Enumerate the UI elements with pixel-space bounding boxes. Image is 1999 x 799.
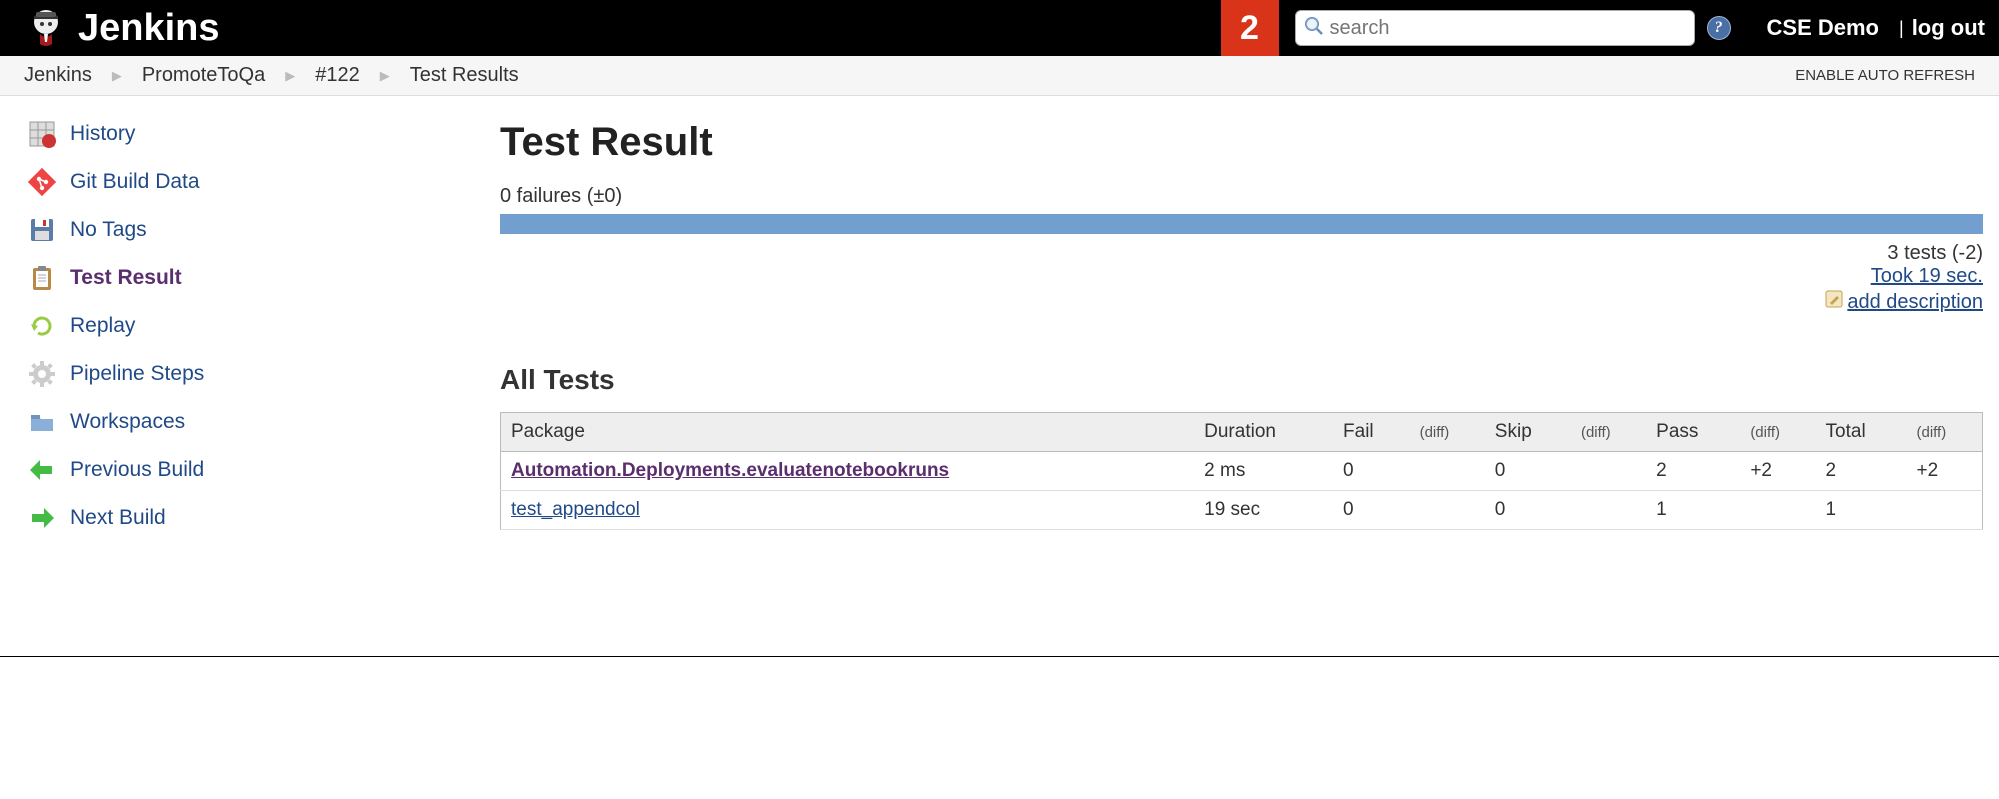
replay-icon (28, 312, 56, 340)
table-row: test_appendcol19 sec0011 (501, 491, 1983, 530)
cell-pass-diff: +2 (1740, 452, 1815, 491)
page-title: Test Result (500, 120, 1983, 165)
sidebar-item-pipeline-steps[interactable]: Pipeline Steps (20, 350, 500, 398)
chevron-right-icon: ▶ (112, 68, 122, 84)
breadcrumb-item[interactable]: PromoteToQa (142, 64, 265, 87)
save-icon (28, 216, 56, 244)
package-link[interactable]: Automation.Deployments.evaluatenotebookr… (511, 460, 949, 481)
chevron-right-icon: ▶ (285, 68, 295, 84)
sidebar-item-label: Pipeline Steps (70, 362, 204, 386)
main-content: Test Result 0 failures (±0) 3 tests (-2)… (500, 96, 1999, 656)
cell-fail: 0 (1333, 491, 1410, 530)
sidebar-item-label: History (70, 122, 135, 146)
chevron-right-icon: ▶ (380, 68, 390, 84)
arrow-left-icon (28, 456, 56, 484)
tests-count: 3 tests (-2) (500, 242, 1983, 265)
arrow-right-icon (28, 504, 56, 532)
add-description-link[interactable]: add description (1847, 291, 1983, 314)
logout-link[interactable]: log out (1912, 15, 1985, 41)
sidebar-item-git-build-data[interactable]: Git Build Data (20, 158, 500, 206)
cell-fail-diff (1410, 452, 1485, 491)
sidebar-item-label: No Tags (70, 218, 147, 242)
breadcrumb-item[interactable]: #122 (315, 64, 360, 87)
logo[interactable]: Jenkins (24, 4, 220, 53)
help-icon[interactable]: ? (1707, 16, 1731, 40)
sidebar-item-label: Workspaces (70, 410, 185, 434)
sidebar-item-label: Next Build (70, 506, 166, 530)
search-input[interactable] (1330, 17, 1686, 40)
col-total-diff[interactable]: (diff) (1906, 413, 1982, 452)
cell-skip: 0 (1485, 452, 1571, 491)
col-skip-diff[interactable]: (diff) (1571, 413, 1646, 452)
header: Jenkins 2 ? CSE Demo | log out (0, 0, 1999, 56)
gear-icon (28, 360, 56, 388)
cell-skip-diff (1571, 452, 1646, 491)
col-duration[interactable]: Duration (1194, 413, 1333, 452)
sidebar-item-label: Replay (70, 314, 135, 338)
col-pass[interactable]: Pass (1646, 413, 1740, 452)
cell-pass: 1 (1646, 491, 1740, 530)
table-header-row: Package Duration Fail (diff) Skip (diff)… (501, 413, 1983, 452)
cell-skip-diff (1571, 491, 1646, 530)
col-pass-diff[interactable]: (diff) (1740, 413, 1815, 452)
sidebar-item-replay[interactable]: Replay (20, 302, 500, 350)
sidebar-item-label: Git Build Data (70, 170, 200, 194)
cell-total: 1 (1816, 491, 1907, 530)
col-fail[interactable]: Fail (1333, 413, 1410, 452)
col-skip[interactable]: Skip (1485, 413, 1571, 452)
git-icon (28, 168, 56, 196)
cell-pass-diff (1740, 491, 1815, 530)
sidebar-item-test-result[interactable]: Test Result (20, 254, 500, 302)
section-title: All Tests (500, 364, 1983, 396)
cell-fail-diff (1410, 491, 1485, 530)
duration-link[interactable]: Took 19 sec. (1871, 265, 1983, 287)
edit-icon (1825, 290, 1843, 314)
breadcrumb-item[interactable]: Test Results (410, 64, 519, 87)
breadcrumb: Jenkins ▶ PromoteToQa ▶ #122 ▶ Test Resu… (0, 56, 1999, 96)
col-package[interactable]: Package (501, 413, 1195, 452)
package-link[interactable]: test_appendcol (511, 499, 640, 520)
app-name: Jenkins (78, 7, 220, 50)
search-icon (1304, 16, 1330, 41)
enable-auto-refresh-link[interactable]: ENABLE AUTO REFRESH (1795, 67, 1975, 84)
clipboard-icon (28, 264, 56, 292)
sidebar-item-label: Test Result (70, 266, 182, 290)
failures-count: 0 failures (±0) (500, 185, 1983, 208)
cell-total: 2 (1816, 452, 1907, 491)
sidebar-item-history[interactable]: History (20, 110, 500, 158)
sidebar-item-previous-build[interactable]: Previous Build (20, 446, 500, 494)
header-divider: | (1899, 18, 1912, 39)
result-bar (500, 214, 1983, 234)
jenkins-icon (24, 4, 68, 53)
cell-total-diff: +2 (1906, 452, 1982, 491)
cell-total-diff (1906, 491, 1982, 530)
sidebar-item-next-build[interactable]: Next Build (20, 494, 500, 542)
sidebar-item-workspaces[interactable]: Workspaces (20, 398, 500, 446)
col-total[interactable]: Total (1816, 413, 1907, 452)
cell-duration: 19 sec (1194, 491, 1333, 530)
table-row: Automation.Deployments.evaluatenotebookr… (501, 452, 1983, 491)
folder-icon (28, 408, 56, 436)
history-icon (28, 120, 56, 148)
cell-skip: 0 (1485, 491, 1571, 530)
sidebar-item-no-tags[interactable]: No Tags (20, 206, 500, 254)
cell-fail: 0 (1333, 452, 1410, 491)
sidebar-item-label: Previous Build (70, 458, 204, 482)
search-box[interactable] (1295, 10, 1695, 46)
user-link[interactable]: CSE Demo (1767, 15, 1879, 41)
cell-pass: 2 (1646, 452, 1740, 491)
notification-badge[interactable]: 2 (1221, 0, 1279, 56)
cell-duration: 2 ms (1194, 452, 1333, 491)
col-fail-diff[interactable]: (diff) (1410, 413, 1485, 452)
tests-table: Package Duration Fail (diff) Skip (diff)… (500, 412, 1983, 530)
breadcrumb-item[interactable]: Jenkins (24, 64, 92, 87)
sidebar: History Git Build Data No Tags Test Resu… (0, 96, 500, 656)
